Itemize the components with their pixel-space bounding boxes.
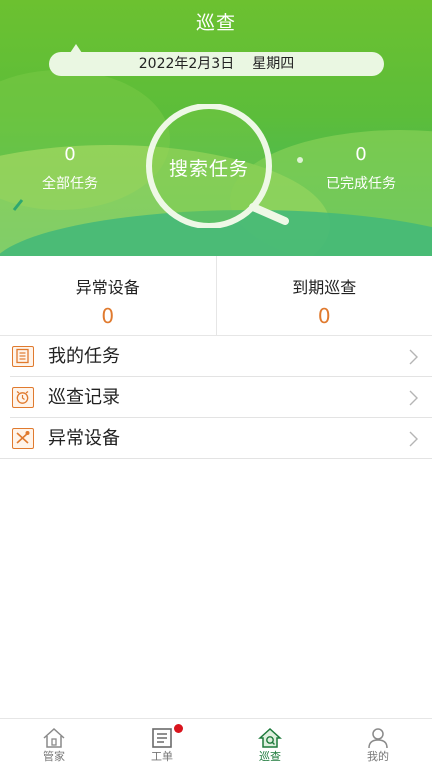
tab-label: 我的 — [367, 750, 389, 763]
date-text: 2022年2月3日 — [138, 56, 235, 72]
menu-item-label: 异常设备 — [48, 428, 120, 449]
abnormal-devices-count: 0 — [101, 304, 115, 328]
all-tasks-stat[interactable]: 0 全部任务 — [30, 145, 110, 193]
chevron-right-icon — [409, 431, 418, 447]
tab-label: 管家 — [43, 750, 65, 763]
patrol-house-icon — [258, 727, 282, 748]
tab-patrol[interactable]: 巡查 — [216, 719, 324, 768]
work-order-icon — [152, 728, 172, 748]
house-icon — [43, 727, 65, 748]
chevron-right-icon — [409, 390, 418, 406]
completed-tasks-stat[interactable]: 0 已完成任务 — [313, 145, 409, 193]
tab-housekeeper[interactable]: 管家 — [0, 719, 108, 768]
document-icon — [12, 346, 34, 367]
all-tasks-label: 全部任务 — [42, 176, 98, 192]
completed-tasks-label: 已完成任务 — [326, 176, 396, 192]
menu-list: 我的任务 巡查记录 异常设备 — [0, 336, 432, 459]
search-task-button[interactable]: 搜索任务 — [140, 103, 292, 229]
all-tasks-count: 0 — [64, 144, 76, 165]
date-bar: 2022年2月3日 星期四 — [49, 52, 384, 76]
menu-item-label: 巡查记录 — [48, 387, 120, 408]
menu-item-patrol-records[interactable]: 巡查记录 — [10, 377, 432, 418]
patrol-header: 巡查 2022年2月3日 星期四 0 全部任务 搜索任务 0 已完成任务 — [0, 0, 432, 256]
tools-icon — [12, 428, 34, 449]
tab-label: 巡查 — [259, 750, 281, 763]
tab-mine[interactable]: 我的 — [324, 719, 432, 768]
weekday-text: 星期四 — [252, 56, 295, 72]
due-patrol-label: 到期巡查 — [292, 278, 357, 297]
chevron-right-icon — [409, 349, 418, 365]
notification-badge — [174, 724, 183, 733]
abnormal-devices-card[interactable]: 异常设备 0 — [0, 256, 216, 335]
abnormal-devices-label: 异常设备 — [75, 278, 140, 297]
tab-label: 工单 — [151, 750, 173, 763]
menu-item-my-tasks[interactable]: 我的任务 — [10, 336, 432, 377]
due-patrol-card[interactable]: 到期巡查 0 — [215, 256, 432, 335]
due-patrol-count: 0 — [317, 304, 331, 328]
page-title: 巡查 — [195, 12, 236, 34]
menu-item-label: 我的任务 — [48, 346, 120, 367]
summary-panel: 异常设备 0 到期巡查 0 — [0, 256, 432, 336]
menu-item-abnormal-devices[interactable]: 异常设备 — [0, 418, 432, 459]
search-task-label: 搜索任务 — [168, 158, 249, 180]
bottom-tab-bar: 管家 工单 巡查 我的 — [0, 718, 432, 768]
user-icon — [368, 728, 388, 749]
alarm-clock-icon — [12, 387, 34, 408]
tab-work-order[interactable]: 工单 — [108, 719, 216, 768]
completed-tasks-count: 0 — [355, 144, 367, 165]
